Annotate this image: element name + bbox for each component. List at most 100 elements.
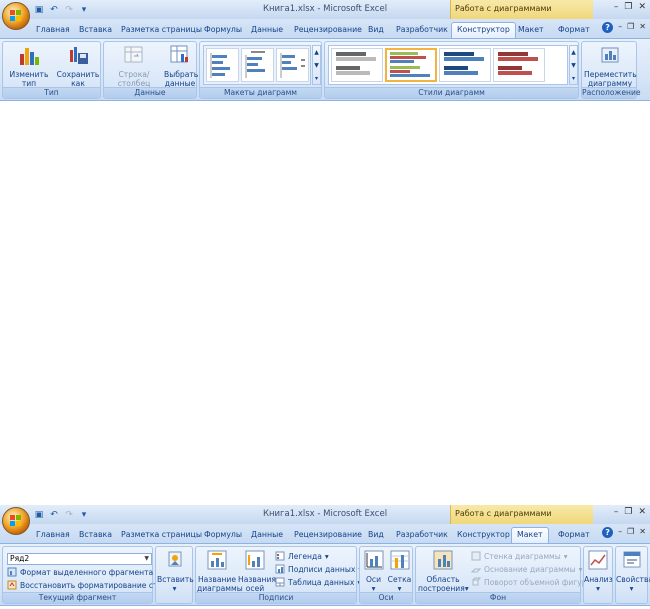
office-button[interactable] [2,507,30,535]
style-thumb-4[interactable] [493,48,545,82]
gridlines-label: Сетка [387,575,412,584]
tab-formulas[interactable]: Формулы [204,527,242,543]
tab-review[interactable]: Рецензирование [294,527,362,543]
chart-floor-button[interactable]: Основание диаграммы ▾ [471,564,582,574]
style-thumb-2[interactable] [385,48,437,82]
style-thumb-1[interactable] [331,48,383,82]
axis-titles-line1: Названия [238,575,276,584]
tab-home[interactable]: Главная [36,22,70,38]
undo-icon[interactable]: ↶ [48,4,60,16]
tab-developer[interactable]: Разработчик [396,22,448,38]
restore-icon[interactable]: ❐ [627,22,634,33]
close-icon[interactable]: ✕ [639,22,646,33]
tab-formulas[interactable]: Формулы [204,22,242,38]
switch-row-column-button[interactable]: Строка/столбец [106,44,162,88]
group-location: Переместить диаграмму Расположение [581,41,641,99]
legend-button[interactable]: Легенда ▾ [275,551,329,561]
tab-data[interactable]: Данные [251,527,283,543]
select-data-icon [170,45,188,63]
minimize-icon[interactable]: – [618,22,622,33]
move-chart-button[interactable]: Переместить диаграмму [584,44,637,88]
analysis-icon [588,550,608,570]
help-icon[interactable]: ? [602,527,614,538]
ribbon: Изменить тип диаграммы Сохранить как шаб… [0,38,650,101]
group-label-layouts: Макеты диаграмм [200,87,321,98]
style-thumb-3[interactable] [439,48,491,82]
chart-floor-icon [471,568,481,573]
data-table-button[interactable]: Таблица данных▾ [275,577,361,587]
reset-style-icon [7,580,17,590]
tab-home[interactable]: Главная [36,527,70,543]
data-labels-button[interactable]: Подписи данных▾ [275,564,362,574]
chart-elements-dropdown[interactable]: Ряд2 ▼ [7,553,152,565]
minimize-icon[interactable]: – [614,507,619,517]
chart-tools-header: Работа с диаграммами [450,505,593,524]
reset-style-button[interactable]: Восстановить форматирование стиля [7,580,172,590]
restore-icon[interactable]: ❐ [627,527,634,538]
office-button[interactable] [2,2,30,30]
tab-format[interactable]: Формат [558,22,590,38]
restore-icon[interactable]: ❐ [624,2,632,12]
styles-scroll[interactable]: ▲ ▼ ▾ [569,45,578,85]
restore-icon[interactable]: ❐ [624,507,632,517]
group-properties: Свойства ▾ [615,546,650,604]
tab-insert[interactable]: Вставка [79,527,112,543]
help-icon[interactable]: ? [602,22,614,33]
tab-layout[interactable]: Макет [511,527,549,543]
tab-layout[interactable]: Макет [518,22,544,38]
group-analysis: Анализ ▾ [583,546,613,604]
redo-icon[interactable]: ↷ [63,4,75,16]
tab-format[interactable]: Формат [558,527,590,543]
tab-view[interactable]: Вид [368,22,384,38]
chevron-down-icon: ▾ [596,584,600,593]
layout-thumb-3[interactable] [276,48,309,82]
3d-rotation-label: Поворот объемной фигуры [484,577,593,587]
axis-titles-button[interactable]: Названия осей [238,549,276,593]
close-icon[interactable]: ✕ [639,527,646,538]
layout-thumb-2[interactable] [241,48,274,82]
tab-developer[interactable]: Разработчик [396,527,448,543]
save-icon[interactable]: ▣ [33,509,45,521]
save-icon[interactable]: ▣ [33,4,45,16]
format-selection-button[interactable]: Формат выделенного фрагмента [7,567,153,577]
tab-page-layout[interactable]: Разметка страницы [121,22,202,38]
tab-design[interactable]: Конструктор [451,22,516,38]
ribbon-right-controls: ? – ❐ ✕ [602,527,646,538]
group-label-data: Данные [104,87,196,98]
switch-row-column-label: Строка/столбец [117,70,151,88]
layout-thumb-1[interactable] [206,48,239,82]
properties-button[interactable]: Свойства ▾ [616,549,650,593]
layouts-scroll[interactable]: ▲ ▼ ▾ [312,45,321,85]
tab-review[interactable]: Рецензирование [294,22,362,38]
chart-wall-button[interactable]: Стенка диаграммы ▾ [471,551,568,561]
analysis-button[interactable]: Анализ ▾ [584,549,613,593]
tab-insert[interactable]: Вставка [79,22,112,38]
chart-wall-icon [471,551,481,561]
3d-rotation-button[interactable]: Поворот объемной фигуры [471,577,593,587]
chart-element-value: Ряд2 [10,554,30,563]
tab-page-layout[interactable]: Разметка страницы [121,527,202,543]
select-data-button[interactable]: Выбрать данные [164,44,198,88]
chevron-down-icon: ▾ [563,551,568,561]
data-table-label: Таблица данных [288,577,355,587]
redo-icon[interactable]: ↷ [63,509,75,521]
window-controls: – ❐ ✕ [614,507,646,517]
axes-button[interactable]: Оси ▾ [361,549,386,593]
minimize-icon[interactable]: – [614,2,619,12]
chart-title-button[interactable]: Название диаграммы [197,549,243,593]
customize-qat-icon[interactable]: ▾ [78,509,90,521]
minimize-icon[interactable]: – [618,527,622,538]
close-icon[interactable]: ✕ [638,2,646,12]
insert-button[interactable]: Вставить ▾ [157,549,194,593]
gridlines-button[interactable]: Сетка ▾ [387,549,412,593]
plot-area-line1: Область [426,575,460,584]
format-selection-icon [7,567,17,577]
plot-area-button[interactable]: Область построения▾ [418,549,469,593]
tab-view[interactable]: Вид [368,527,384,543]
move-chart-line1: Переместить [584,70,637,79]
customize-qat-icon[interactable]: ▾ [78,4,90,16]
tab-design[interactable]: Конструктор [457,527,510,543]
tab-data[interactable]: Данные [251,22,283,38]
undo-icon[interactable]: ↶ [48,509,60,521]
close-icon[interactable]: ✕ [638,507,646,517]
